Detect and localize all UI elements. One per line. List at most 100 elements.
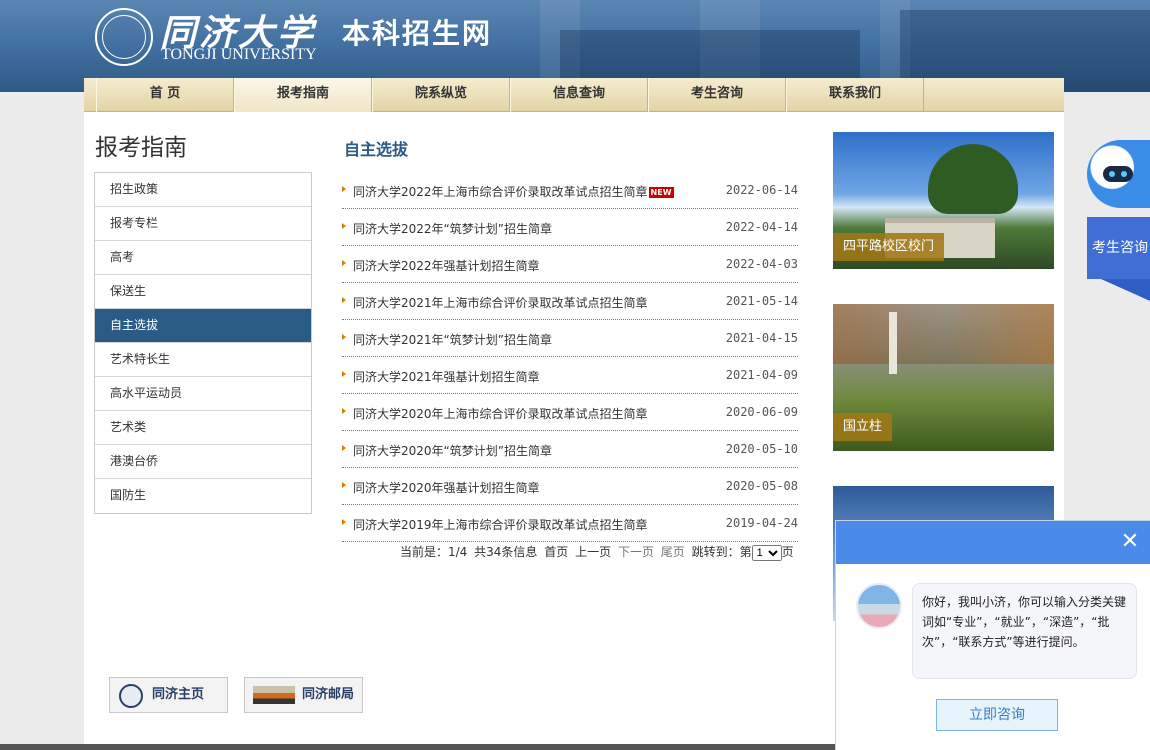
- news-date: 2022-06-14: [725, 183, 798, 197]
- sidebar-item-special[interactable]: 报考专栏: [95, 207, 311, 241]
- new-badge: NEW: [648, 187, 674, 198]
- sidebar-title: 报考指南: [95, 135, 187, 161]
- bottom-bar: [0, 744, 836, 750]
- pager-jump-label: 跳转到：第: [691, 545, 752, 559]
- tongji-mail-label[interactable]: 同济邮局: [302, 687, 354, 702]
- arrow-icon: [342, 186, 346, 192]
- arrow-icon: [342, 408, 346, 414]
- pagination: 当前是：1/4 共34条信息 首页 上一页 下一页 尾页 跳转到：第 1 页: [400, 543, 798, 561]
- sidebar-item-independent[interactable]: 自主选拔: [95, 309, 311, 343]
- photo-tree: [928, 144, 1018, 214]
- close-icon[interactable]: ✕: [1118, 530, 1142, 554]
- news-date: 2020-05-10: [725, 442, 798, 456]
- nav-item-consult[interactable]: 考生咨询: [648, 78, 786, 112]
- pager-first[interactable]: 首页: [544, 545, 568, 559]
- news-list: 同济大学2022年上海市综合评价录取改革试点招生简章 NEW 2022-06-14…: [342, 172, 798, 542]
- tongji-home-label[interactable]: 同济主页: [152, 687, 204, 702]
- photo-caption[interactable]: 四平路校区校门: [833, 233, 945, 261]
- arrow-icon: [342, 371, 346, 377]
- content-title: 自主选拔: [344, 140, 409, 159]
- news-title[interactable]: 同济大学2022年强基计划招生简章: [353, 257, 540, 274]
- robot-icon[interactable]: [1087, 140, 1150, 208]
- chat-message: 你好，我叫小济，你可以输入分类关键词如“专业”，“就业”，“深造”，“批次”，“…: [912, 583, 1137, 679]
- news-title[interactable]: 同济大学2020年强基计划招生简章: [353, 479, 540, 496]
- news-date: 2020-05-08: [725, 479, 798, 493]
- news-date: 2021-04-15: [725, 331, 798, 345]
- arrow-icon: [342, 445, 346, 451]
- sidebar-item-defense[interactable]: 国防生: [95, 479, 311, 513]
- nav-item-home[interactable]: 首 页: [96, 78, 234, 112]
- list-item[interactable]: 同济大学2022年强基计划招生简章 2022-04-03: [342, 246, 798, 283]
- sidebar-item-arts[interactable]: 艺术类: [95, 411, 311, 445]
- news-title[interactable]: 同济大学2021年上海市综合评价录取改革试点招生简章: [353, 294, 648, 311]
- pager-prev[interactable]: 上一页: [575, 545, 611, 559]
- news-title[interactable]: 同济大学2021年强基计划招生简章: [353, 368, 540, 385]
- sidebar-item-hk-macau-taiwan[interactable]: 港澳台侨: [95, 445, 311, 479]
- news-date: 2020-06-09: [725, 405, 798, 419]
- photo-foliage: [833, 304, 1054, 364]
- chat-popup: ✕ 你好，我叫小济，你可以输入分类关键词如“专业”，“就业”，“深造”，“批次”…: [835, 520, 1150, 750]
- list-item[interactable]: 同济大学2021年上海市综合评价录取改革试点招生简章 2021-05-14: [342, 283, 798, 320]
- pager-suffix: 页: [781, 545, 794, 559]
- nav-item-guide[interactable]: 报考指南: [234, 78, 372, 112]
- list-item[interactable]: 同济大学2020年强基计划招生简章 2020-05-08: [342, 468, 798, 505]
- news-title[interactable]: 同济大学2019年上海市综合评价录取改革试点招生简章: [353, 516, 648, 533]
- sidebar-item-athletes[interactable]: 高水平运动员: [95, 377, 311, 411]
- sidebar-item-art-talent[interactable]: 艺术特长生: [95, 343, 311, 377]
- photo-campus-gate[interactable]: 四平路校区校门: [833, 132, 1054, 269]
- news-title[interactable]: 同济大学2022年“筑梦计划”招生简章: [353, 220, 552, 237]
- chat-header: ✕: [836, 521, 1150, 564]
- tab-ribbon: [1101, 279, 1150, 301]
- pager-current: 当前是：1/4: [400, 545, 468, 559]
- arrow-icon: [342, 260, 346, 266]
- university-name-en: TONGJI UNIVERSITY: [161, 46, 317, 63]
- pager-total: 共34条信息: [474, 545, 538, 559]
- arrow-icon: [342, 482, 346, 488]
- news-date: 2022-04-14: [725, 220, 798, 234]
- photo-national-pillar[interactable]: 国立柱: [833, 304, 1054, 451]
- arrow-icon: [342, 519, 346, 525]
- list-item[interactable]: 同济大学2021年强基计划招生简章 2021-04-09: [342, 357, 798, 394]
- list-item[interactable]: 同济大学2019年上海市综合评价录取改革试点招生简章 2019-04-24: [342, 505, 798, 542]
- arrow-icon: [342, 334, 346, 340]
- news-date: 2022-04-03: [725, 257, 798, 271]
- sidebar-menu: 招生政策 报考专栏 高考 保送生 自主选拔 艺术特长生 高水平运动员 艺术类 港…: [94, 172, 312, 514]
- sidebar-item-policy[interactable]: 招生政策: [95, 173, 311, 207]
- consult-tab-label[interactable]: 考生咨询: [1087, 217, 1150, 279]
- news-title-text[interactable]: 同济大学2022年上海市综合评价录取改革试点招生简章: [353, 185, 648, 199]
- list-item[interactable]: 同济大学2020年“筑梦计划”招生简章 2020-05-10: [342, 431, 798, 468]
- news-date: 2019-04-24: [725, 516, 798, 530]
- list-item[interactable]: 同济大学2022年“筑梦计划”招生简章 2022-04-14: [342, 209, 798, 246]
- university-seal-icon[interactable]: [95, 8, 153, 66]
- news-date: 2021-04-09: [725, 368, 798, 382]
- list-item[interactable]: 同济大学2020年上海市综合评价录取改革试点招生简章 2020-06-09: [342, 394, 798, 431]
- photo-caption[interactable]: 国立柱: [833, 413, 893, 441]
- sidebar-item-gaokao[interactable]: 高考: [95, 241, 311, 275]
- news-title[interactable]: 同济大学2020年上海市综合评价录取改革试点招生简章: [353, 405, 648, 422]
- sidebar-item-recommended[interactable]: 保送生: [95, 275, 311, 309]
- main-nav: 首 页 报考指南 院系纵览 信息查询 考生咨询 联系我们: [84, 78, 1064, 112]
- consult-float-tab[interactable]: 考生咨询: [1087, 140, 1150, 305]
- arrow-icon: [342, 223, 346, 229]
- list-item[interactable]: 同济大学2022年上海市综合评价录取改革试点招生简章 NEW 2022-06-14: [342, 172, 798, 209]
- nav-item-contact[interactable]: 联系我们: [786, 78, 924, 112]
- nav-item-query[interactable]: 信息查询: [510, 78, 648, 112]
- page-select[interactable]: 1: [751, 544, 782, 561]
- news-title[interactable]: 同济大学2020年“筑梦计划”招生简章: [353, 442, 552, 459]
- consult-now-button[interactable]: 立即咨询: [936, 699, 1058, 731]
- arrow-icon: [342, 297, 346, 303]
- pager-next[interactable]: 下一页: [618, 545, 654, 559]
- tongji-mail-button[interactable]: 同济邮局: [244, 677, 363, 713]
- news-date: 2021-05-14: [725, 294, 798, 308]
- seal-icon: [119, 684, 143, 708]
- tongji-home-button[interactable]: 同济主页: [109, 677, 228, 713]
- list-item[interactable]: 同济大学2021年“筑梦计划”招生简章 2021-04-15: [342, 320, 798, 357]
- news-title[interactable]: 同济大学2022年上海市综合评价录取改革试点招生简章 NEW: [353, 183, 674, 200]
- avatar: [856, 583, 902, 629]
- pager-last[interactable]: 尾页: [661, 545, 685, 559]
- mail-icon: [253, 686, 295, 704]
- photo-pillar: [889, 312, 897, 374]
- nav-item-departments[interactable]: 院系纵览: [372, 78, 510, 112]
- news-title[interactable]: 同济大学2021年“筑梦计划”招生简章: [353, 331, 552, 348]
- site-title: 本科招生网: [342, 17, 493, 50]
